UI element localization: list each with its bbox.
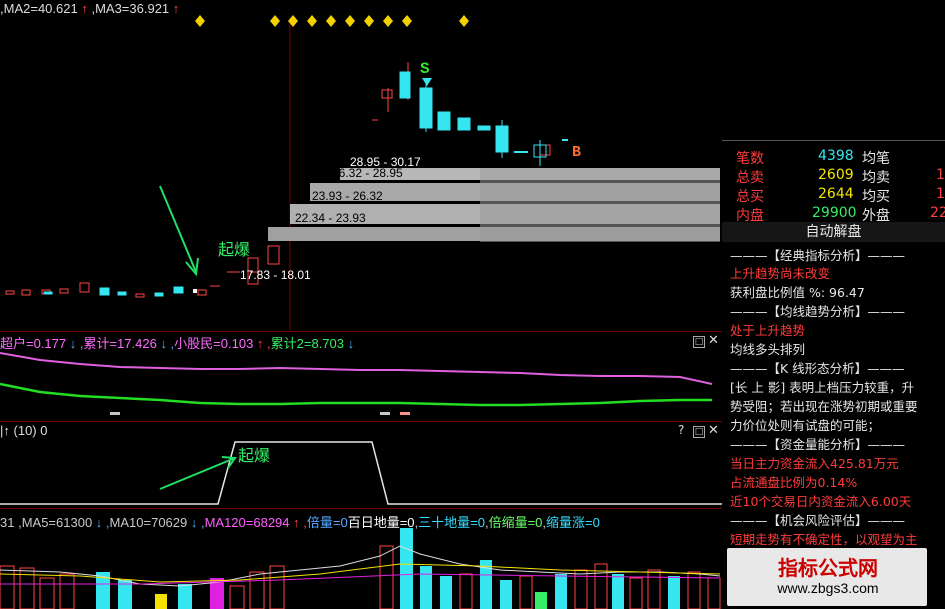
pane-divider — [0, 508, 722, 509]
pane2-chart[interactable] — [0, 348, 722, 420]
quote-row: 总卖 2609 均卖 1 — [722, 167, 945, 186]
analysis-line: 处于上升趋势 — [730, 323, 806, 338]
pane2-ticks — [110, 412, 410, 415]
analysis-line: 势受阻；若出现在涨势初期或重要 — [730, 399, 918, 414]
diamond-icon — [270, 15, 280, 27]
quote-row: 内盘 29900 外盘 22 — [722, 205, 945, 224]
chip-range-label: 26.32 - 28.95 — [332, 166, 403, 180]
sell-signal-label: S — [420, 60, 430, 78]
analysis-heading: ———【资金量能分析】——— — [730, 437, 906, 452]
close-icon[interactable]: ✕ — [708, 333, 719, 348]
analysis-heading: ———【经典指标分析】——— — [730, 248, 906, 263]
chip-range-label: 22.34 - 23.93 — [295, 211, 366, 225]
analysis-line: 当日主力资金流入425.81万元 — [730, 456, 899, 471]
diamond-icon — [195, 15, 205, 27]
analysis-line: 获利盘比例值 %: 96.47 — [730, 285, 865, 300]
pane-divider — [0, 331, 722, 332]
analysis-line: [长 上 影] 表明上档压力较重，升 — [730, 380, 915, 395]
quote-row: 笔数 4398 均笔 — [722, 148, 945, 167]
buy-signal-label: B — [572, 144, 582, 161]
analysis-heading: ———【均线趋势分析】——— — [730, 304, 906, 319]
diamond-icon — [345, 15, 355, 27]
analysis-line: 均线多头排列 — [730, 342, 806, 357]
qibao-label: 起爆 — [238, 446, 271, 465]
quote-panel: 笔数 4398 均笔 总卖 2609 均卖 1 总买 2644 均买 1 内盘 … — [722, 0, 945, 609]
quote-value: 1 — [936, 186, 945, 202]
analysis-line: 力价位处则有试盘的可能； — [730, 418, 881, 433]
diamond-icon — [383, 15, 393, 27]
chip-range-label: 23.93 - 26.32 — [312, 189, 383, 203]
quote-value: 2609 — [818, 167, 854, 183]
quote-label: 均笔 — [862, 151, 890, 167]
chip-range-label: 17.83 - 18.01 — [240, 268, 311, 282]
signal-line — [0, 441, 722, 505]
analysis-heading: ———【机会风险评估】——— — [730, 513, 906, 528]
signal-diamonds — [195, 15, 469, 27]
quote-label: 笔数 — [736, 151, 764, 167]
qibao-label: 起爆 — [218, 240, 251, 259]
pane-divider — [0, 421, 722, 422]
sell-arrow-icon — [422, 78, 432, 86]
quote-value: 2644 — [818, 186, 854, 202]
help-icon[interactable]: ? — [678, 423, 684, 437]
volume-chart[interactable] — [0, 526, 722, 609]
watermark-url: www.zbgs3.com — [777, 580, 879, 596]
diamond-icon — [459, 15, 469, 27]
auto-analysis-title[interactable]: 自动解盘 — [722, 222, 945, 242]
marker-dot — [193, 289, 197, 293]
quote-value: 1 — [936, 167, 945, 183]
quote-value: 22 — [930, 205, 945, 221]
arrow-annotation — [159, 185, 199, 277]
maximize-icon[interactable]: □ — [693, 336, 705, 348]
green-line — [0, 382, 712, 407]
quote-label: 均买 — [862, 189, 890, 205]
diamond-icon — [326, 15, 336, 27]
pane3-chart[interactable] — [0, 436, 722, 506]
analysis-line: 上升趋势尚未改变 — [730, 266, 831, 281]
diamond-icon — [364, 15, 374, 27]
analysis-heading: ———【K 线形态分析】——— — [730, 361, 905, 376]
chip-bar-overlay — [480, 168, 720, 242]
pink-line — [0, 352, 713, 385]
diamond-icon — [402, 15, 412, 27]
watermark-title: 指标公式网 — [778, 556, 878, 580]
quote-label: 总卖 — [736, 170, 764, 186]
analysis-line: 短期走势有不确定性，以观望为主 — [730, 532, 918, 547]
analysis-line: 近10个交易日内资金流入6.00天 — [730, 494, 912, 509]
quote-label: 总买 — [736, 189, 764, 205]
quote-label: 均卖 — [862, 170, 890, 186]
quote-value: 29900 — [812, 205, 857, 221]
quote-value: 4398 — [818, 148, 854, 164]
analysis-line: 占流通盘比例为0.14% — [730, 475, 858, 490]
quote-row: 总买 2644 均买 1 — [722, 186, 945, 205]
diamond-icon — [307, 15, 317, 27]
